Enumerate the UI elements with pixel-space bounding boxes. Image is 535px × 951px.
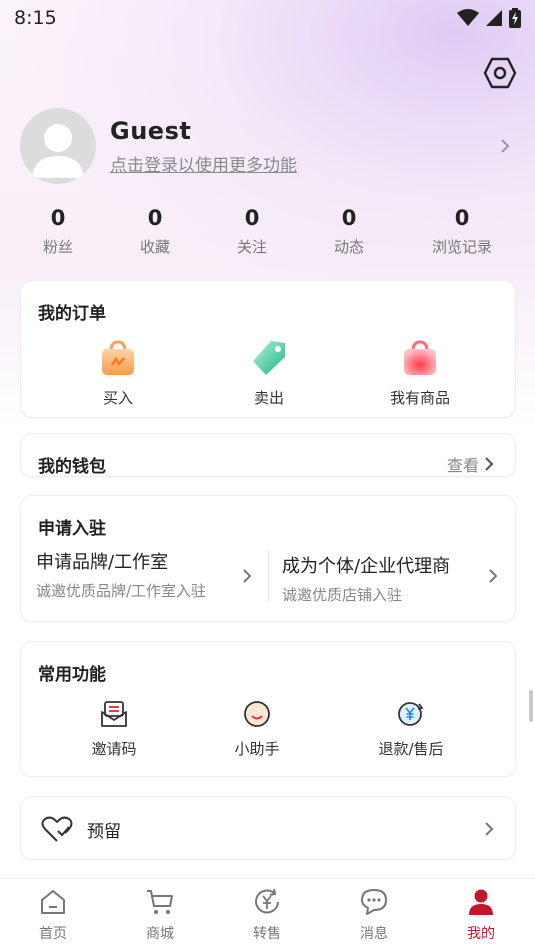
orders-title: 我的订单 — [38, 304, 106, 324]
invite-envelope-icon — [101, 701, 127, 727]
chat-bubble-icon — [361, 889, 387, 915]
apply-agent[interactable]: 成为个体/企业代理商 诚邀优质店铺入驻 — [282, 552, 482, 605]
apply-card: 申请入驻 申请品牌/工作室 诚邀优质品牌/工作室入驻 成为个体/企业代理商 诚邀… — [20, 495, 516, 622]
order-sell[interactable]: 卖出 — [209, 339, 329, 408]
order-buy-label: 买入 — [102, 389, 133, 407]
stats-row: 0 粉丝 0 收藏 0 关注 0 动态 0 浏览记录 — [0, 206, 535, 266]
wallet-view-label: 查看 — [446, 456, 479, 475]
profile-header[interactable]: Guest 点击登录以使用更多功能 — [20, 106, 515, 186]
wallet-card[interactable]: 我的钱包 查看 — [20, 433, 516, 477]
tab-messages-label: 消息 — [360, 926, 388, 942]
tab-mine[interactable]: 我的 — [441, 887, 521, 943]
stat-value: 0 — [454, 206, 470, 230]
func-refund-label: 退款/售后 — [378, 740, 444, 758]
func-assistant[interactable]: 小助手 — [202, 700, 312, 759]
battery-icon — [509, 8, 521, 28]
func-assistant-label: 小助手 — [234, 740, 280, 758]
shopping-bag-orange-icon — [102, 340, 134, 375]
wallet-title: 我的钱包 — [38, 457, 106, 477]
profile-text: Guest 点击登录以使用更多功能 — [110, 117, 495, 176]
stat-posts[interactable]: 0 动态 — [304, 206, 394, 257]
status-time: 8:15 — [14, 7, 57, 29]
tab-resale[interactable]: 转售 — [227, 887, 307, 943]
tab-mall-label: 商城 — [146, 926, 174, 942]
shopping-bag-red-icon — [404, 340, 436, 375]
tab-home[interactable]: 首页 — [13, 887, 93, 943]
shopping-cart-icon — [147, 890, 173, 914]
settings-hexagon-icon — [483, 57, 517, 89]
orders-card: 我的订单 买入 卖出 我有商品 — [20, 280, 516, 418]
order-my-goods[interactable]: 我有商品 — [360, 339, 480, 408]
home-icon — [41, 890, 65, 914]
apply-agent-main: 成为个体/企业代理商 — [282, 556, 451, 577]
status-icons — [457, 8, 521, 28]
refund-yuan-icon — [398, 702, 424, 726]
profile-name: Guest — [110, 116, 192, 145]
avatar[interactable] — [20, 108, 96, 184]
functions-title: 常用功能 — [38, 665, 106, 685]
stat-label: 浏览记录 — [431, 238, 492, 256]
divider — [268, 550, 269, 602]
reserve-label: 预留 — [87, 822, 121, 842]
stat-fans[interactable]: 0 粉丝 — [13, 206, 103, 257]
signal-icon — [486, 10, 502, 26]
tab-resale-label: 转售 — [253, 926, 281, 942]
bottom-tab-bar: 首页 商城 转售 消息 我的 — [0, 878, 535, 951]
order-my-goods-label: 我有商品 — [389, 389, 450, 407]
scrollbar[interactable] — [529, 690, 533, 722]
apply-agent-sub: 诚邀优质店铺入驻 — [282, 586, 403, 604]
functions-card: 常用功能 邀请码 小助手 退款/售后 — [20, 641, 516, 777]
tab-home-label: 首页 — [39, 926, 67, 942]
stat-following[interactable]: 0 关注 — [207, 206, 297, 257]
stat-favorites[interactable]: 0 收藏 — [110, 206, 200, 257]
order-buy[interactable]: 买入 — [58, 339, 178, 408]
func-invite-code[interactable]: 邀请码 — [59, 700, 169, 759]
stat-value: 0 — [147, 206, 163, 230]
stat-value: 0 — [50, 206, 66, 230]
chevron-right-icon — [485, 457, 494, 471]
tab-mall[interactable]: 商城 — [120, 887, 200, 943]
wifi-icon — [457, 9, 479, 26]
chevron-right-icon — [485, 822, 494, 836]
tab-messages[interactable]: 消息 — [334, 887, 414, 943]
heart-check-icon — [41, 816, 73, 842]
stat-label: 动态 — [333, 238, 364, 256]
func-invite-label: 邀请码 — [91, 740, 137, 758]
chevron-right-icon — [243, 569, 252, 583]
settings-button[interactable] — [483, 56, 517, 90]
apply-brand-main: 申请品牌/工作室 — [36, 552, 169, 573]
wallet-view-link[interactable]: 查看 — [447, 452, 495, 476]
tab-mine-label: 我的 — [467, 926, 495, 942]
stat-label: 粉丝 — [42, 238, 73, 256]
chevron-right-icon — [489, 569, 498, 583]
resale-yuan-icon — [255, 888, 279, 914]
stat-value: 0 — [341, 206, 357, 230]
apply-title: 申请入驻 — [38, 519, 106, 539]
price-tag-green-icon — [253, 341, 285, 375]
order-sell-label: 卖出 — [253, 389, 284, 407]
user-icon — [469, 889, 493, 915]
apply-brand-sub: 诚邀优质品牌/工作室入驻 — [36, 582, 207, 600]
chevron-right-icon — [501, 139, 510, 153]
apply-brand-studio[interactable]: 申请品牌/工作室 诚邀优质品牌/工作室入驻 — [36, 548, 256, 601]
stat-label: 收藏 — [139, 238, 170, 256]
func-refund[interactable]: 退款/售后 — [356, 700, 466, 759]
default-avatar-icon — [32, 124, 84, 178]
stat-label: 关注 — [236, 238, 267, 256]
reserve-row[interactable]: 预留 — [20, 796, 516, 860]
status-bar: 8:15 — [0, 0, 535, 36]
stat-value: 0 — [244, 206, 260, 230]
login-prompt-link[interactable]: 点击登录以使用更多功能 — [110, 151, 495, 176]
assistant-face-icon — [244, 701, 270, 727]
stat-history[interactable]: 0 浏览记录 — [417, 206, 507, 257]
